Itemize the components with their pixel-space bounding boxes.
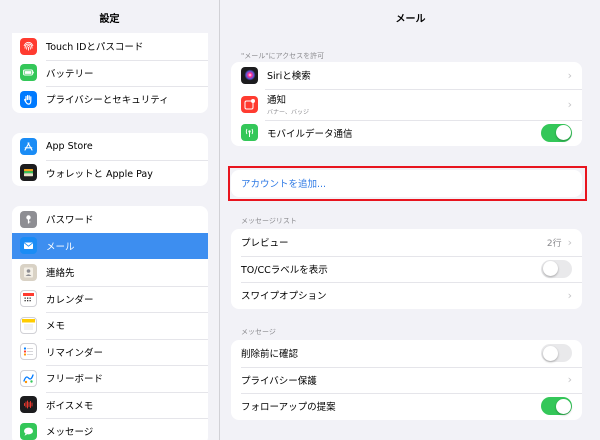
chevron-right-icon: › — [567, 373, 572, 387]
page-title: メール — [395, 13, 426, 25]
sidebar-item-battery[interactable]: バッテリー — [12, 59, 208, 87]
sidebar-item-wallet[interactable]: ウォレットと Apple Pay — [12, 159, 208, 187]
mail-icon — [20, 237, 37, 255]
privacy-protection-row[interactable]: プライバシー保護 › — [231, 366, 582, 394]
sidebar-item-voice-memos[interactable]: ボイスメモ — [12, 391, 208, 419]
messages-icon — [20, 422, 37, 440]
sidebar-item-messages[interactable]: メッセージ — [12, 418, 208, 440]
sidebar-item-label: リマインダー — [46, 347, 104, 359]
row-title: プレビュー — [241, 238, 289, 250]
sidebar-title: 設定 — [99, 13, 120, 25]
sidebar-item-label: プライバシーとセキュリティ — [46, 95, 169, 107]
sidebar-item-reminders[interactable]: リマインダー — [12, 338, 208, 366]
row-subtitle: バナー、バッジ — [267, 109, 309, 116]
row-title: 削除前に確認 — [241, 349, 299, 361]
ask-before-deleting-toggle[interactable] — [541, 344, 572, 363]
siri-search-row[interactable]: Siriと検索 › — [231, 62, 582, 89]
hand-icon — [20, 90, 37, 108]
access-section-header: "メール"にアクセスを許可 — [241, 52, 325, 60]
access-settings-group: Siriと検索 › 通知 バナー、バッジ › モバイルデータ通信 — [231, 62, 582, 146]
sidebar-item-label: バッテリー — [46, 68, 94, 80]
freeform-icon — [20, 369, 37, 387]
ask-before-deleting-row: 削除前に確認 — [231, 340, 582, 367]
contacts-icon — [20, 263, 37, 281]
cellular-data-row: モバイルデータ通信 — [231, 119, 582, 147]
toggle-knob — [542, 345, 558, 361]
follow-up-suggestions-row: フォローアップの提案 — [231, 393, 582, 420]
add-account-label: アカウントを追加... — [241, 179, 327, 191]
notifications-row[interactable]: 通知 バナー、バッジ › — [231, 88, 582, 120]
sidebar-item-label: カレンダー — [46, 294, 94, 306]
siri-icon — [241, 66, 258, 84]
row-title: フォローアップの提案 — [241, 402, 336, 414]
swipe-options-row[interactable]: スワイプオプション › — [231, 282, 582, 309]
sidebar-item-passwords[interactable]: パスワード — [12, 206, 208, 233]
sidebar-item-notes[interactable]: メモ — [12, 312, 208, 339]
sidebar-item-label: パスワード — [46, 215, 94, 227]
sidebar-item-label: 連絡先 — [46, 268, 75, 280]
follow-up-suggestions-toggle[interactable] — [541, 397, 572, 416]
row-title: 通知 — [267, 95, 287, 106]
app-store-icon — [20, 137, 37, 155]
message-list-group: プレビュー 2行 › TO/CCラベルを表示 スワイプオプション › — [231, 229, 582, 309]
chevron-right-icon: › — [567, 97, 572, 111]
sidebar-item-mail[interactable]: メール — [12, 232, 208, 259]
notifications-icon — [241, 95, 258, 113]
calendar-icon — [20, 290, 37, 308]
notes-icon — [20, 316, 37, 334]
fingerprint-icon — [20, 37, 37, 55]
add-account-group: アカウントを追加... — [231, 170, 582, 197]
reminders-icon — [20, 343, 37, 361]
voice-memos-icon — [20, 396, 37, 414]
settings-sidebar: 設定 Touch IDとパスコード バッテリー プライバシーとセキュリティ Ap… — [0, 0, 220, 440]
sidebar-group-security: Touch IDとパスコード バッテリー プライバシーとセキュリティ — [12, 33, 208, 113]
sidebar-item-label: ウォレットと Apple Pay — [46, 168, 153, 180]
toggle-knob — [555, 398, 571, 414]
sidebar-item-freeform[interactable]: フリーボード — [12, 365, 208, 392]
messages-group: 削除前に確認 プライバシー保護 › フォローアップの提案 — [231, 340, 582, 420]
sidebar-item-privacy[interactable]: プライバシーとセキュリティ — [12, 86, 208, 113]
preview-value: 2行 — [546, 238, 562, 249]
row-title: スワイプオプション — [241, 291, 327, 303]
chevron-right-icon: › — [567, 68, 572, 82]
sidebar-item-label: メッセージ — [46, 427, 94, 439]
sidebar-item-touch-id[interactable]: Touch IDとパスコード — [12, 33, 208, 60]
battery-icon — [20, 64, 37, 82]
cellular-icon — [241, 124, 258, 142]
sidebar-item-label: フリーボード — [46, 374, 104, 386]
message-list-section-header: メッセージリスト — [241, 217, 297, 225]
sidebar-item-label: メモ — [46, 321, 66, 333]
key-icon — [20, 210, 37, 228]
sidebar-item-label: Touch IDとパスコード — [46, 42, 144, 54]
cellular-data-toggle[interactable] — [541, 123, 572, 142]
sidebar-item-contacts[interactable]: 連絡先 — [12, 259, 208, 286]
sidebar-item-app-store[interactable]: App Store — [12, 133, 208, 160]
sidebar-item-label: ボイスメモ — [46, 400, 94, 412]
row-title: プライバシー保護 — [241, 375, 317, 387]
add-account-button[interactable]: アカウントを追加... — [231, 170, 582, 197]
chevron-right-icon: › — [567, 288, 572, 302]
messages-section-header: メッセージ — [241, 328, 276, 336]
show-to-cc-toggle[interactable] — [541, 259, 572, 278]
row-title: TO/CCラベルを表示 — [241, 264, 328, 276]
toggle-knob — [542, 261, 558, 277]
row-title: モバイルデータ通信 — [267, 128, 353, 140]
row-title: Siriと検索 — [267, 71, 311, 83]
sidebar-item-calendar[interactable]: カレンダー — [12, 285, 208, 313]
toggle-knob — [555, 125, 571, 141]
chevron-right-icon: › — [567, 235, 572, 249]
show-to-cc-row: TO/CCラベルを表示 — [231, 255, 582, 283]
wallet-icon — [20, 164, 37, 182]
sidebar-group-apps: パスワード メール 連絡先 カレンダー メモ リマインダー フリーボード ボイス… — [12, 206, 208, 440]
mail-settings-panel: メール "メール"にアクセスを許可 Siriと検索 › 通知 バナー、バッジ ›… — [221, 0, 600, 440]
sidebar-group-store: App Store ウォレットと Apple Pay — [12, 133, 208, 186]
preview-row[interactable]: プレビュー 2行 › — [231, 229, 582, 256]
sidebar-item-label: App Store — [46, 140, 93, 152]
sidebar-item-label: メール — [46, 241, 75, 253]
